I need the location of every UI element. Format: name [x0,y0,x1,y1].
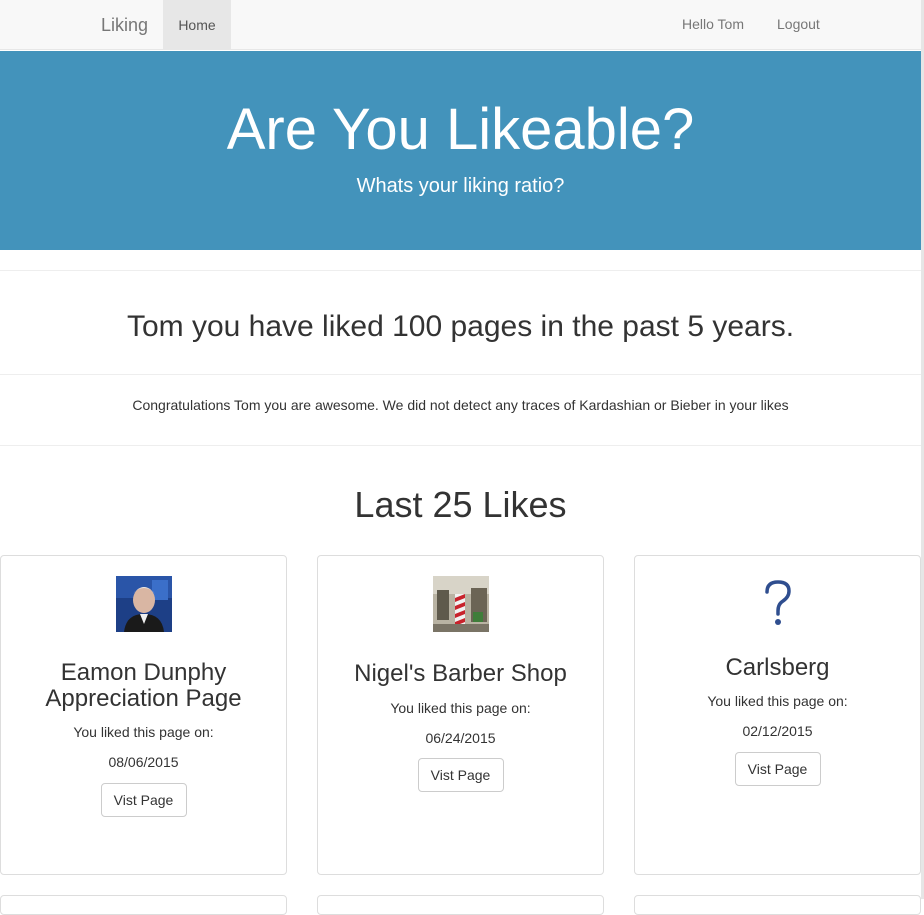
liked-on-label: You liked this page on: [390,700,531,716]
like-card: Carlsberg You liked this page on: 02/12/… [634,555,921,875]
visit-page-button[interactable]: Vist Page [100,783,187,817]
like-card [0,895,287,915]
card-title: Eamon Dunphy Appreciation Page [45,659,242,712]
page-thumbnail-portrait [115,576,172,632]
last-likes-heading: Last 25 Likes [354,484,567,525]
liked-on-label: You liked this page on: [707,693,848,709]
hero-subtitle: Whats your liking ratio? [356,175,565,197]
navbar: Liking Home Hello Tom Logout [0,0,921,50]
liked-date: 08/06/2015 [108,754,179,770]
liked-on-label: You liked this page on: [73,724,214,740]
likes-summary-heading: Tom you have liked 100 pages in the past… [126,310,795,343]
like-card: Eamon Dunphy Appreciation Page You liked… [0,555,287,875]
hero-banner: Are You Likeable? Whats your liking rati… [0,51,921,250]
liked-date: 06/24/2015 [425,730,496,746]
nav-home-link[interactable]: Home [163,0,231,49]
nav-logout-link[interactable]: Logout [777,16,820,32]
divider [0,374,921,375]
liked-date: 02/12/2015 [742,723,813,739]
divider [0,270,921,271]
page-thumbnail-barber [432,576,489,632]
visit-page-button[interactable]: Vist Page [734,752,821,786]
congrats-message: Congratulations Tom you are awesome. We … [132,397,789,413]
card-title: Nigel's Barber Shop [354,660,567,687]
visit-page-button[interactable]: Vist Page [417,758,504,792]
like-card [634,895,921,915]
divider [0,445,921,446]
card-title: Carlsberg [725,654,830,681]
like-card [317,895,604,915]
brand-link[interactable]: Liking [101,15,148,36]
hero-title: Are You Likeable? [226,97,695,162]
nav-hello-user[interactable]: Hello Tom [682,16,744,32]
question-mark-icon [764,580,791,625]
like-card: Nigel's Barber Shop You liked this page … [317,555,604,875]
